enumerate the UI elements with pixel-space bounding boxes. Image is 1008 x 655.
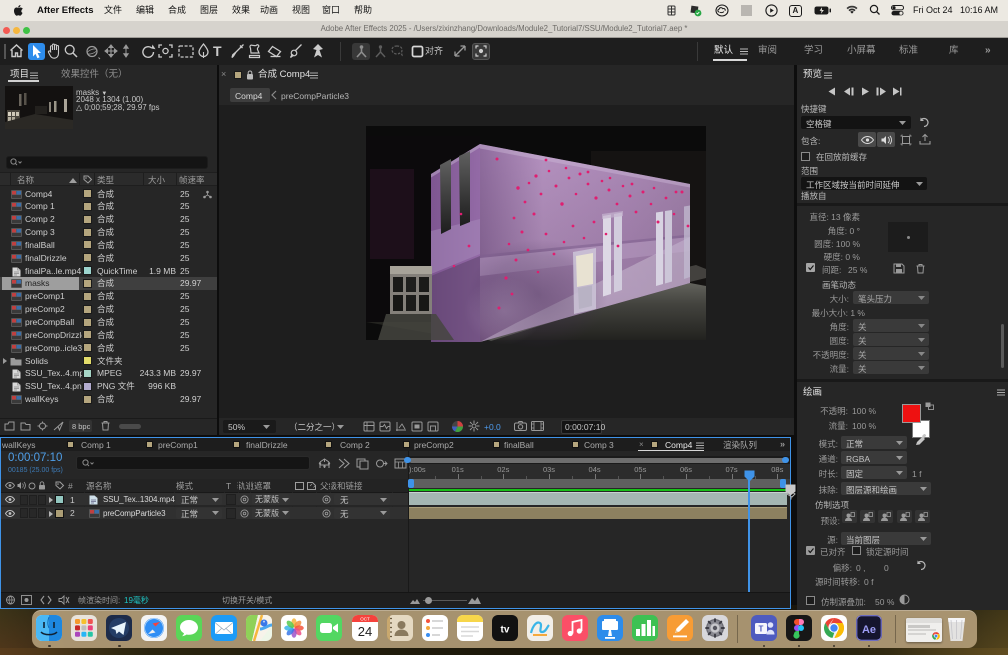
svg-text:tv: tv [500,625,509,636]
svg-text:T: T [758,625,763,634]
svg-text:Ae: Ae [862,624,876,636]
svg-text:OCT: OCT [360,616,370,621]
svg-text:24: 24 [357,624,371,639]
